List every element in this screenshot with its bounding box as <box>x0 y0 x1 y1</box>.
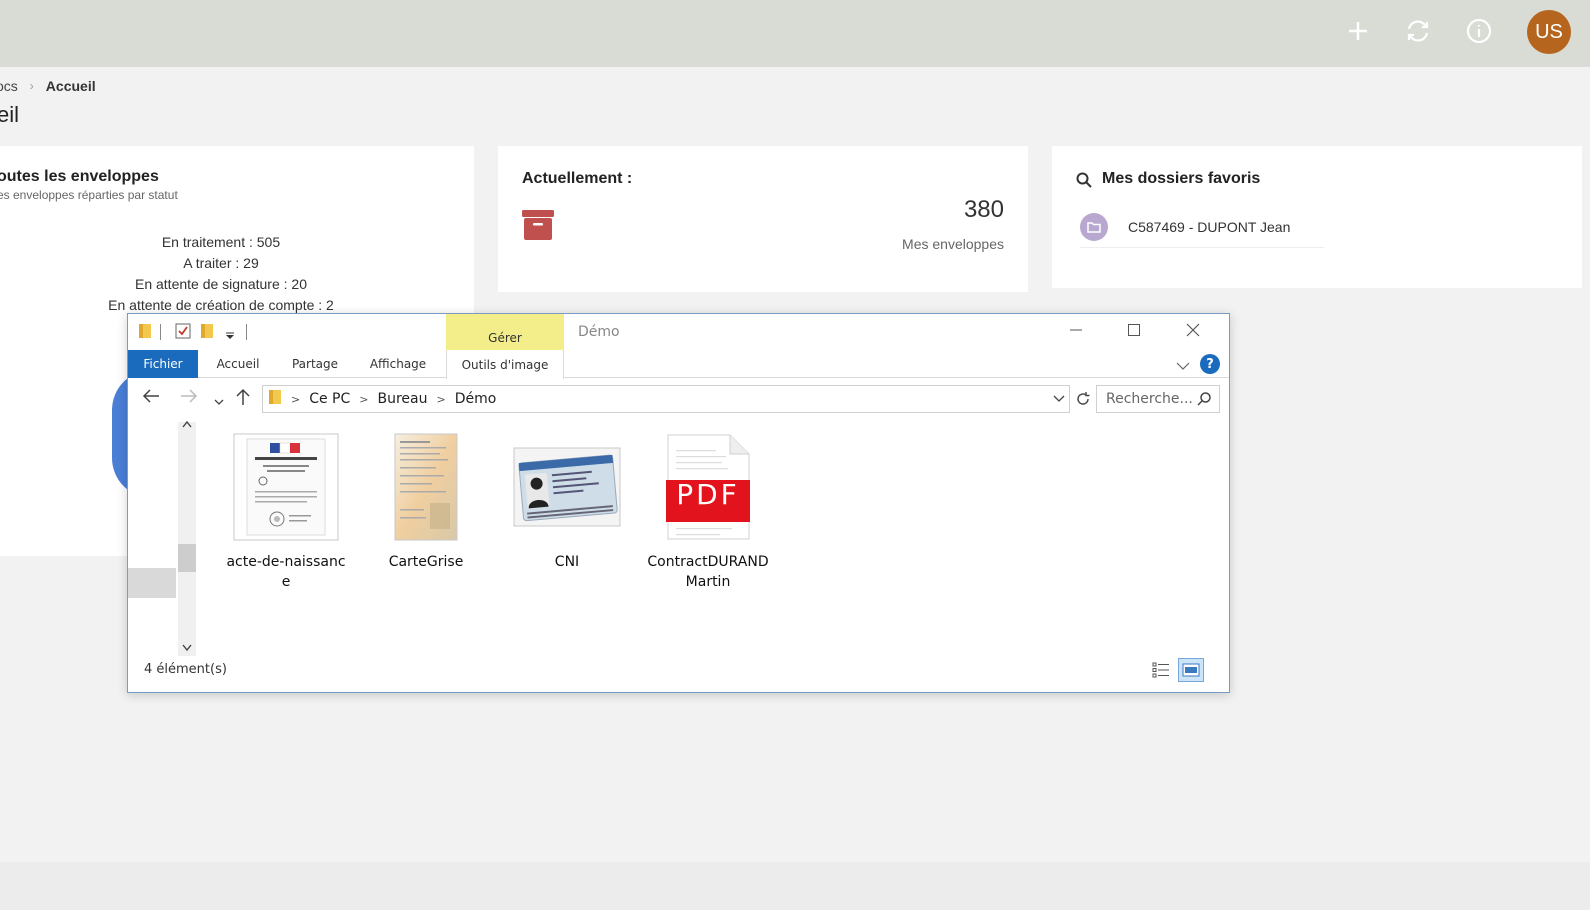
document-thumbnail <box>224 430 348 544</box>
search-icon <box>1076 172 1092 193</box>
id-card-thumbnail <box>505 430 629 544</box>
file-name: acte-de-naissance <box>226 554 346 590</box>
file-item[interactable]: PDF ContractDURANDMartin <box>646 430 770 592</box>
file-item[interactable]: CNI <box>505 430 629 572</box>
ribbon-tabs: Fichier Accueil Partage Affichage Outils… <box>128 350 1229 379</box>
chevron-down-icon[interactable] <box>1053 392 1065 408</box>
top-bar: US <box>0 0 1590 67</box>
pdf-icon: PDF <box>646 430 770 544</box>
forward-arrow-icon[interactable] <box>180 388 198 408</box>
pdf-label: PDF <box>676 477 740 511</box>
plus-icon[interactable] <box>1341 14 1375 48</box>
page-title: eil <box>0 102 20 127</box>
properties-icon[interactable] <box>175 323 191 343</box>
tab-partage[interactable]: Partage <box>278 350 352 378</box>
current-card-title: Actuellement : <box>522 170 633 187</box>
manage-contextual-tab[interactable]: Gérer <box>446 314 564 351</box>
address-crumb-demo[interactable]: Démo <box>455 391 497 407</box>
breadcrumb-current: Accueil <box>45 78 96 94</box>
window-title: Démo <box>578 324 620 340</box>
folder-icon <box>269 389 281 409</box>
breadcrumb: ocs › Accueil <box>0 76 96 96</box>
back-arrow-icon[interactable] <box>142 388 160 408</box>
chevron-right-icon[interactable]: > <box>359 393 368 406</box>
current-card: Actuellement : 380 Mes enveloppes <box>498 146 1028 292</box>
envelopes-card-title: outes les enveloppes <box>0 168 159 185</box>
scroll-up-icon[interactable] <box>182 420 192 431</box>
toolbar-separator <box>246 324 247 340</box>
scan-thumbnail <box>364 430 488 544</box>
stat-to-process: A traiter : 29 <box>183 255 259 271</box>
chevron-right-icon: › <box>29 79 34 93</box>
sync-icon[interactable] <box>1401 14 1435 48</box>
envelopes-card-subtitle: es enveloppes réparties par statut <box>0 188 178 202</box>
chevron-right-icon[interactable]: > <box>437 393 446 406</box>
tab-fichier[interactable]: Fichier <box>128 350 198 378</box>
info-icon[interactable] <box>1462 14 1496 48</box>
address-crumb-ce-pc[interactable]: Ce PC <box>309 391 350 407</box>
scrollbar-thumb[interactable] <box>178 544 196 572</box>
customize-toolbar-icon[interactable] <box>225 326 235 345</box>
search-icon <box>1197 392 1211 410</box>
file-item[interactable]: CarteGrise <box>364 430 488 572</box>
file-item[interactable]: acte-de-naissance <box>224 430 348 592</box>
file-name: CNI <box>554 554 580 570</box>
envelopes-count-label: Mes enveloppes <box>902 236 1004 252</box>
favorites-card: Mes dossiers favoris C587469 - DUPONT Je… <box>1052 146 1582 288</box>
tab-affichage[interactable]: Affichage <box>356 350 440 378</box>
favorites-card-title: Mes dossiers favoris <box>1102 170 1261 187</box>
favorite-folder-label: C587469 - DUPONT Jean <box>1128 218 1291 235</box>
stat-in-progress: En traitement : 505 <box>161 234 281 250</box>
navigation-pane-scrollbar[interactable] <box>178 422 196 656</box>
navigation-pane-selected-item[interactable] <box>128 568 176 598</box>
large-icons-view-icon[interactable] <box>1178 658 1204 682</box>
scroll-down-icon[interactable] <box>182 644 192 655</box>
details-view-icon[interactable] <box>1148 658 1174 682</box>
folder-icon <box>139 323 151 343</box>
footer-strip <box>0 862 1590 910</box>
tab-outils-image[interactable]: Outils d'image <box>446 350 564 379</box>
stat-awaiting-signature: En attente de signature : 20 <box>134 276 307 292</box>
address-bar[interactable]: > Ce PC > Bureau > Démo <box>262 385 1090 413</box>
file-name: CarteGrise <box>388 554 464 570</box>
minimize-icon[interactable] <box>1047 314 1105 346</box>
status-item-count: 4 élément(s) <box>144 662 227 677</box>
file-name: ContractDURANDMartin <box>647 554 769 590</box>
favorite-folder-item[interactable]: C587469 - DUPONT Jean <box>1080 206 1324 248</box>
navigation-pane <box>128 418 198 662</box>
new-folder-icon[interactable] <box>201 323 213 343</box>
chevron-right-icon[interactable]: > <box>291 393 300 406</box>
tab-accueil[interactable]: Accueil <box>202 350 274 378</box>
up-arrow-icon[interactable] <box>236 388 250 410</box>
address-crumb-bureau[interactable]: Bureau <box>378 391 428 407</box>
archive-box-icon <box>522 210 554 245</box>
chevron-down-icon[interactable] <box>1176 356 1190 375</box>
envelope-stats: En traitement : 505 A traiter : 29 En at… <box>0 232 442 316</box>
user-avatar[interactable]: US <box>1527 10 1571 54</box>
folder-icon <box>1080 212 1108 241</box>
toolbar-separator <box>160 324 161 340</box>
search-input[interactable]: Recherche... <box>1096 385 1220 413</box>
help-icon[interactable]: ? <box>1200 354 1220 374</box>
file-explorer-window: Gérer Démo Fichier Accueil Partage Affic… <box>127 313 1230 693</box>
quick-access-toolbar: Gérer Démo <box>128 314 1229 351</box>
breadcrumb-previous[interactable]: ocs <box>0 78 18 94</box>
search-placeholder: Recherche... <box>1106 391 1193 407</box>
maximize-icon[interactable] <box>1105 314 1163 346</box>
envelopes-count: 380 <box>963 196 1004 223</box>
refresh-icon[interactable] <box>1075 391 1091 411</box>
close-icon[interactable] <box>1164 314 1222 346</box>
recent-locations-icon[interactable] <box>214 392 224 411</box>
